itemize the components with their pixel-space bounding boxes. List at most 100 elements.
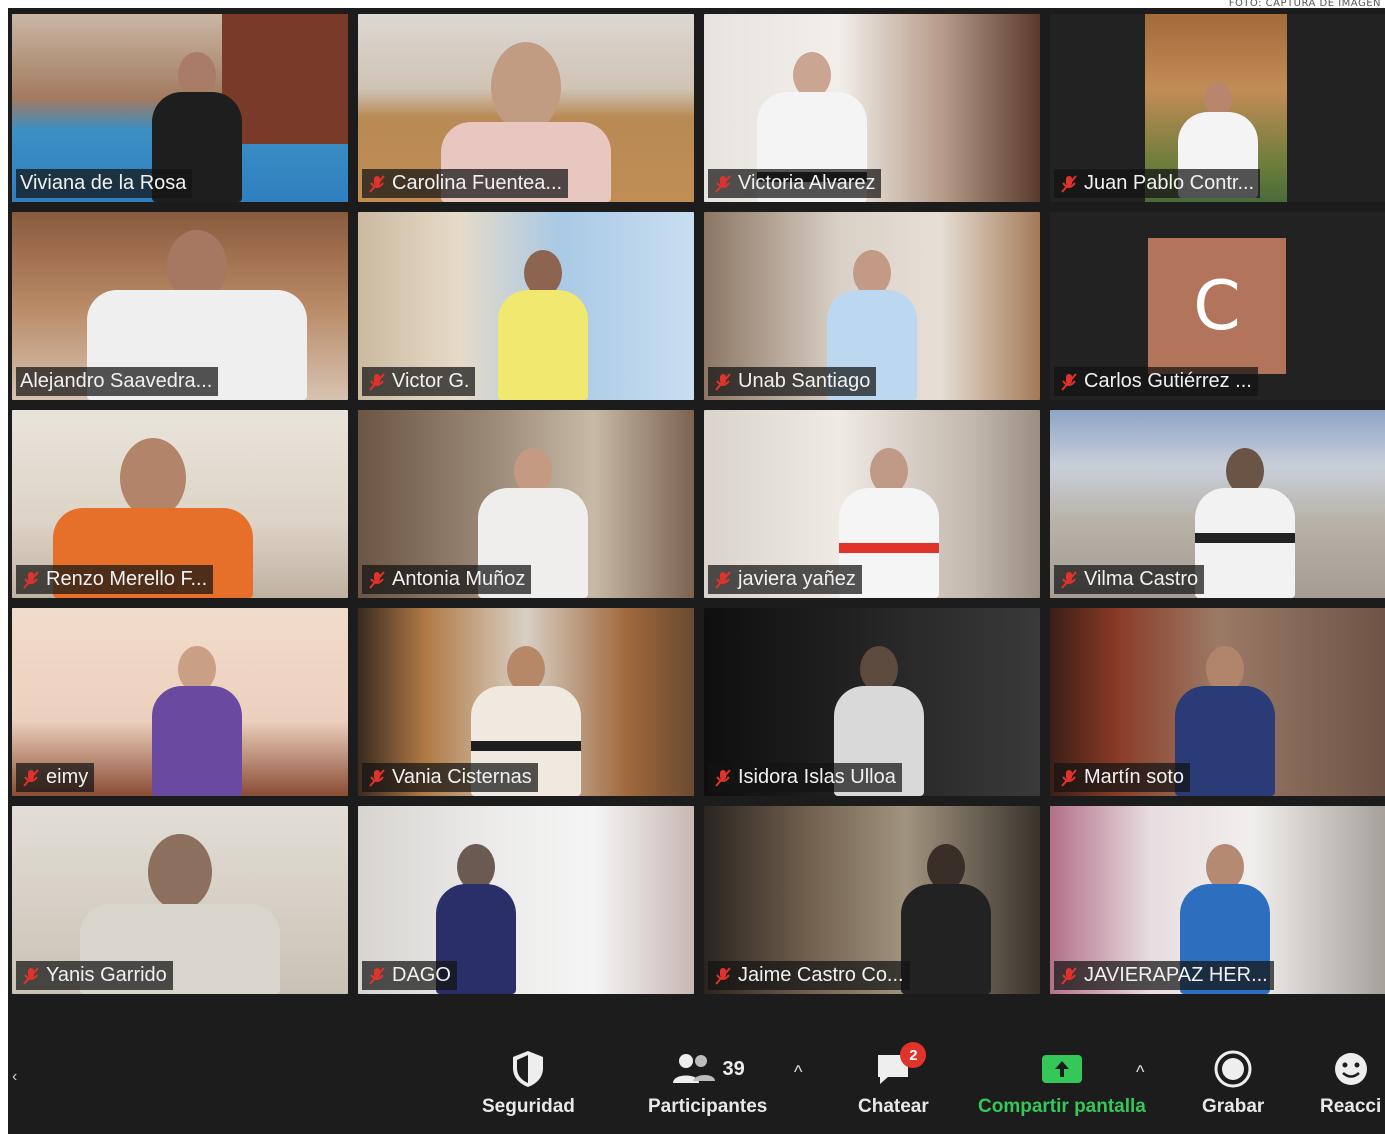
- mic-muted-icon: [715, 570, 731, 589]
- participant-name: Renzo Merello F...: [46, 568, 208, 590]
- video-tile[interactable]: Unab Santiago: [704, 212, 1040, 400]
- chat-unread-badge: 2: [900, 1042, 927, 1068]
- participants-button[interactable]: 39 Participantes: [648, 1048, 767, 1118]
- video-tile[interactable]: Carolina Fuentea...: [358, 14, 694, 202]
- video-tile[interactable]: Antonia Muñoz: [358, 410, 694, 598]
- participant-name: Carlos Gutiérrez ...: [1084, 370, 1252, 392]
- video-grid: Viviana de la Rosa Carolina Fuentea... V…: [12, 14, 1385, 994]
- record-label: Grabar: [1202, 1096, 1265, 1117]
- participant-name-label: Martín soto: [1054, 763, 1191, 792]
- participant-name: Vilma Castro: [1084, 568, 1199, 590]
- smiley-icon: [1334, 1053, 1367, 1085]
- mic-muted-icon: [1061, 768, 1077, 787]
- mic-muted-icon: [1061, 174, 1077, 193]
- participant-name: eimy: [46, 766, 89, 788]
- participant-name: DAGO: [392, 964, 451, 986]
- participant-name: Martín soto: [1084, 766, 1185, 788]
- participant-name: Vania Cisternas: [392, 766, 532, 788]
- zoom-window: Viviana de la Rosa Carolina Fuentea... V…: [8, 8, 1385, 1134]
- participant-name: Victoria Alvarez: [738, 172, 876, 194]
- share-caret-icon[interactable]: ^: [1136, 1062, 1144, 1083]
- video-tile[interactable]: Victor G.: [358, 212, 694, 400]
- participant-name: Carolina Fuentea...: [392, 172, 563, 194]
- mic-muted-icon: [715, 174, 731, 193]
- participant-name-label: Victoria Alvarez: [708, 169, 882, 198]
- participant-name: Unab Santiago: [738, 370, 871, 392]
- participant-name-label: Antonia Muñoz: [362, 565, 532, 594]
- participant-name-label: Vilma Castro: [1054, 565, 1205, 594]
- avatar-letter: C: [1193, 266, 1241, 346]
- chat-label: Chatear: [858, 1096, 929, 1117]
- mic-muted-icon: [23, 966, 39, 985]
- participant-name-label: Juan Pablo Contr...: [1054, 169, 1261, 198]
- video-tile[interactable]: Vania Cisternas: [358, 608, 694, 796]
- participant-name-label: Unab Santiago: [708, 367, 877, 396]
- participant-name: Viviana de la Rosa: [20, 172, 187, 194]
- participant-name: Juan Pablo Contr...: [1084, 172, 1255, 194]
- participant-name-label: Vania Cisternas: [362, 763, 538, 792]
- mic-muted-icon: [715, 372, 731, 391]
- participant-name-label: DAGO: [362, 961, 457, 990]
- participant-name-label: Jaime Castro Co...: [708, 961, 910, 990]
- video-tile[interactable]: Isidora Islas Ulloa: [704, 608, 1040, 796]
- video-tile[interactable]: DAGO: [358, 806, 694, 994]
- participants-count: 39: [722, 1057, 745, 1080]
- reactions-button[interactable]: Reacci: [1320, 1048, 1381, 1118]
- mic-muted-icon: [1061, 372, 1077, 391]
- mic-muted-icon: [369, 768, 385, 787]
- mic-muted-icon: [715, 768, 731, 787]
- video-tile[interactable]: Vilma Castro: [1050, 410, 1385, 598]
- reactions-label: Reacci: [1320, 1096, 1382, 1117]
- video-tile[interactable]: Victoria Alvarez: [704, 14, 1040, 202]
- participant-name: Jaime Castro Co...: [738, 964, 904, 986]
- participant-name-label: Carolina Fuentea...: [362, 169, 569, 198]
- video-tile[interactable]: Viviana de la Rosa: [12, 14, 348, 202]
- video-tile[interactable]: Alejandro Saavedra...: [12, 212, 348, 400]
- participant-name-label: Viviana de la Rosa: [16, 169, 193, 198]
- participant-name-label: javiera yañez: [708, 565, 862, 594]
- mic-muted-icon: [1061, 966, 1077, 985]
- mic-muted-icon: [369, 570, 385, 589]
- participants-caret-icon[interactable]: ^: [794, 1062, 802, 1083]
- mic-muted-icon: [23, 768, 39, 787]
- video-tile[interactable]: JAVIERAPAZ HER...: [1050, 806, 1385, 994]
- participant-name: JAVIERAPAZ HER...: [1084, 964, 1268, 986]
- video-tile[interactable]: Martín soto: [1050, 608, 1385, 796]
- participant-name-label: Alejandro Saavedra...: [16, 367, 219, 396]
- video-tile[interactable]: eimy: [12, 608, 348, 796]
- participant-name-label: Renzo Merello F...: [16, 565, 214, 594]
- participants-icon: [672, 1054, 715, 1083]
- security-button[interactable]: Seguridad: [482, 1048, 575, 1118]
- participant-name-label: eimy: [16, 763, 95, 792]
- video-tile[interactable]: Jaime Castro Co...: [704, 806, 1040, 994]
- mic-muted-icon: [369, 174, 385, 193]
- mic-muted-icon: [715, 966, 731, 985]
- participant-name: Alejandro Saavedra...: [20, 370, 213, 392]
- mic-muted-icon: [23, 570, 39, 589]
- mic-muted-icon: [1061, 570, 1077, 589]
- share-screen-button[interactable]: Compartir pantalla: [978, 1048, 1146, 1118]
- participant-name-label: JAVIERAPAZ HER...: [1054, 961, 1274, 990]
- participant-name: Antonia Muñoz: [392, 568, 526, 590]
- participant-name-label: Isidora Islas Ulloa: [708, 763, 902, 792]
- video-tile[interactable]: Juan Pablo Contr...: [1050, 14, 1385, 202]
- chat-button[interactable]: 2 Chatear: [858, 1042, 929, 1118]
- mic-muted-icon: [369, 966, 385, 985]
- record-button[interactable]: Grabar: [1202, 1048, 1264, 1118]
- video-tile[interactable]: javiera yañez: [704, 410, 1040, 598]
- participant-name-label: Carlos Gutiérrez ...: [1054, 367, 1258, 396]
- video-tile[interactable]: Yanis Garrido: [12, 806, 348, 994]
- participant-name: javiera yañez: [738, 568, 856, 590]
- mic-muted-icon: [369, 372, 385, 391]
- participant-name-label: Victor G.: [362, 367, 476, 396]
- shield-icon: [513, 1051, 544, 1087]
- security-label: Seguridad: [482, 1096, 575, 1117]
- meeting-toolbar: ‹ Seguridad 39 Participantes ^ 2 Chatear…: [8, 1018, 1385, 1134]
- avatar: C: [1148, 238, 1286, 374]
- share-screen-label: Compartir pantalla: [978, 1096, 1146, 1117]
- participant-name: Victor G.: [392, 370, 470, 392]
- video-tile[interactable]: Renzo Merello F...: [12, 410, 348, 598]
- video-tile[interactable]: C Carlos Gutiérrez ...: [1050, 212, 1385, 400]
- participant-name: Isidora Islas Ulloa: [738, 766, 896, 788]
- chevron-left-icon[interactable]: ‹: [12, 1068, 17, 1086]
